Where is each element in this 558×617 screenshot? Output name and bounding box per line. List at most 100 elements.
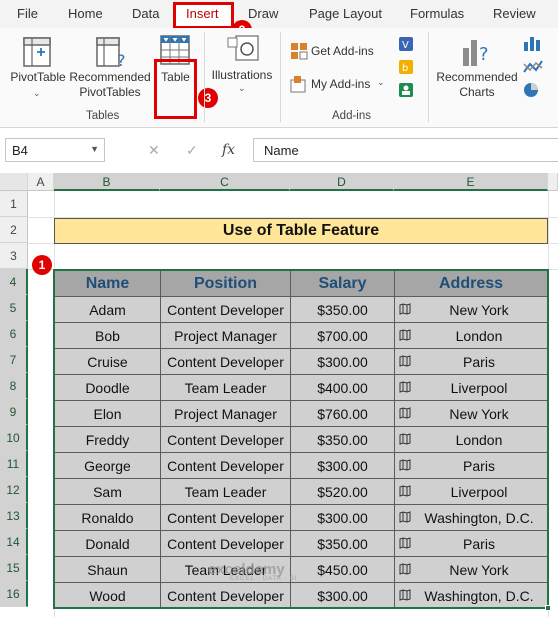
cancel-icon[interactable]: ✕ bbox=[148, 142, 160, 159]
cell-address[interactable]: New York bbox=[394, 400, 548, 427]
cell-salary[interactable]: $350.00 bbox=[290, 530, 395, 557]
cell-name[interactable]: Cruise bbox=[54, 348, 161, 375]
cell-address[interactable]: Washington, D.C. bbox=[394, 582, 548, 609]
cell-position[interactable]: Project Manager bbox=[160, 322, 291, 349]
column-header-a[interactable]: A bbox=[28, 173, 54, 191]
cell-name[interactable]: Wood bbox=[54, 582, 161, 609]
row-header[interactable]: 13 bbox=[0, 503, 28, 529]
group-label-addins: Add-ins bbox=[332, 110, 371, 122]
people-graph-icon[interactable] bbox=[398, 82, 414, 98]
cell-name[interactable]: Freddy bbox=[54, 426, 161, 453]
cell-address[interactable]: London bbox=[394, 322, 548, 349]
row-header[interactable]: 14 bbox=[0, 529, 28, 555]
pie-chart-icon[interactable] bbox=[522, 81, 548, 99]
cell-position[interactable]: Content Developer bbox=[160, 348, 291, 375]
cell-address[interactable]: Liverpool bbox=[394, 374, 548, 401]
row-header[interactable]: 9 bbox=[0, 399, 28, 425]
formula-bar: B4 ▼ ✕ ✓ fx Name bbox=[0, 129, 558, 173]
header-address[interactable]: Address bbox=[394, 270, 548, 297]
row-header[interactable]: 7 bbox=[0, 347, 28, 373]
select-all-corner[interactable] bbox=[0, 173, 28, 191]
cell-position[interactable]: Content Developer bbox=[160, 530, 291, 557]
tab-file[interactable]: File bbox=[17, 6, 38, 21]
cell-salary[interactable]: $350.00 bbox=[290, 296, 395, 323]
enter-icon[interactable]: ✓ bbox=[186, 142, 198, 159]
cell-address[interactable]: London bbox=[394, 426, 548, 453]
cell-address[interactable]: Paris bbox=[394, 348, 548, 375]
cell-position[interactable]: Content Developer bbox=[160, 296, 291, 323]
cell-address[interactable]: New York bbox=[394, 296, 548, 323]
name-box[interactable]: B4 ▼ bbox=[5, 138, 105, 162]
cell-name[interactable]: Adam bbox=[54, 296, 161, 323]
cell-salary[interactable]: $400.00 bbox=[290, 374, 395, 401]
cell-name[interactable]: Elon bbox=[54, 400, 161, 427]
row-header[interactable]: 10 bbox=[0, 425, 28, 451]
row-header[interactable]: 6 bbox=[0, 321, 28, 347]
column-header-d[interactable]: D bbox=[290, 173, 394, 191]
cell-salary[interactable]: $300.00 bbox=[290, 452, 395, 479]
cell-name[interactable]: Shaun bbox=[54, 556, 161, 583]
tab-page-layout[interactable]: Page Layout bbox=[309, 6, 382, 21]
tab-draw[interactable]: Draw bbox=[248, 6, 278, 21]
column-header-e[interactable]: E bbox=[394, 173, 548, 191]
cell-name[interactable]: Bob bbox=[54, 322, 161, 349]
cell-name[interactable]: George bbox=[54, 452, 161, 479]
cell-name[interactable]: Sam bbox=[54, 478, 161, 505]
cell-address[interactable]: Washington, D.C. bbox=[394, 504, 548, 531]
cell-salary[interactable]: $760.00 bbox=[290, 400, 395, 427]
address-text: New York bbox=[449, 301, 509, 318]
sheet-title-cell[interactable]: Use of Table Feature bbox=[54, 218, 548, 244]
cell-address[interactable]: Liverpool bbox=[394, 478, 548, 505]
cell-address[interactable]: Paris bbox=[394, 452, 548, 479]
row-header[interactable]: 1 bbox=[0, 191, 28, 217]
cell-address[interactable]: New York bbox=[394, 556, 548, 583]
formula-input[interactable]: Name bbox=[253, 138, 558, 162]
row-header[interactable]: 4 bbox=[0, 269, 28, 295]
chevron-down-icon[interactable]: ▼ bbox=[90, 144, 99, 154]
tab-insert[interactable]: Insert bbox=[186, 6, 219, 21]
cell-position[interactable]: Team Leader bbox=[160, 478, 291, 505]
cell-salary[interactable]: $450.00 bbox=[290, 556, 395, 583]
cell-position[interactable]: Team Leader bbox=[160, 374, 291, 401]
column-header-c[interactable]: C bbox=[160, 173, 290, 191]
header-name[interactable]: Name bbox=[54, 270, 161, 297]
row-header[interactable]: 3 bbox=[0, 243, 28, 269]
cell-name[interactable]: Doodle bbox=[54, 374, 161, 401]
row-header[interactable]: 15 bbox=[0, 555, 28, 581]
column-header-f[interactable] bbox=[548, 173, 558, 191]
row-header[interactable]: 2 bbox=[0, 217, 28, 243]
column-chart-icon[interactable] bbox=[522, 34, 548, 52]
cell-position[interactable]: Content Developer bbox=[160, 582, 291, 609]
tab-data[interactable]: Data bbox=[132, 6, 159, 21]
cell-position[interactable]: Project Manager bbox=[160, 400, 291, 427]
row-header[interactable]: 5 bbox=[0, 295, 28, 321]
header-position[interactable]: Position bbox=[160, 270, 291, 297]
cell-salary[interactable]: $350.00 bbox=[290, 426, 395, 453]
row-header[interactable]: 11 bbox=[0, 451, 28, 477]
tab-home[interactable]: Home bbox=[68, 6, 103, 21]
row-header[interactable]: 8 bbox=[0, 373, 28, 399]
cell-salary[interactable]: $300.00 bbox=[290, 504, 395, 531]
header-salary[interactable]: Salary bbox=[290, 270, 395, 297]
cell-position[interactable]: Content Developer bbox=[160, 452, 291, 479]
cell-name[interactable]: Donald bbox=[54, 530, 161, 557]
visio-icon[interactable]: V bbox=[398, 36, 414, 52]
cell-salary[interactable]: $300.00 bbox=[290, 582, 395, 609]
tab-review[interactable]: Review bbox=[493, 6, 536, 21]
cell-salary[interactable]: $300.00 bbox=[290, 348, 395, 375]
column-header-b[interactable]: B bbox=[54, 173, 160, 191]
row-header[interactable]: 16 bbox=[0, 581, 28, 607]
cell-name[interactable]: Ronaldo bbox=[54, 504, 161, 531]
tab-formulas[interactable]: Formulas bbox=[410, 6, 464, 21]
cell-address[interactable]: Paris bbox=[394, 530, 548, 557]
ribbon-separator bbox=[428, 32, 429, 122]
bing-icon[interactable]: b bbox=[398, 59, 414, 75]
insert-function-icon[interactable]: fx bbox=[222, 142, 235, 158]
fill-handle[interactable] bbox=[545, 605, 551, 611]
line-chart-icon[interactable] bbox=[522, 58, 548, 76]
cell-position[interactable]: Content Developer bbox=[160, 426, 291, 453]
row-header[interactable]: 12 bbox=[0, 477, 28, 503]
cell-salary[interactable]: $520.00 bbox=[290, 478, 395, 505]
cell-salary[interactable]: $700.00 bbox=[290, 322, 395, 349]
cell-position[interactable]: Content Developer bbox=[160, 504, 291, 531]
